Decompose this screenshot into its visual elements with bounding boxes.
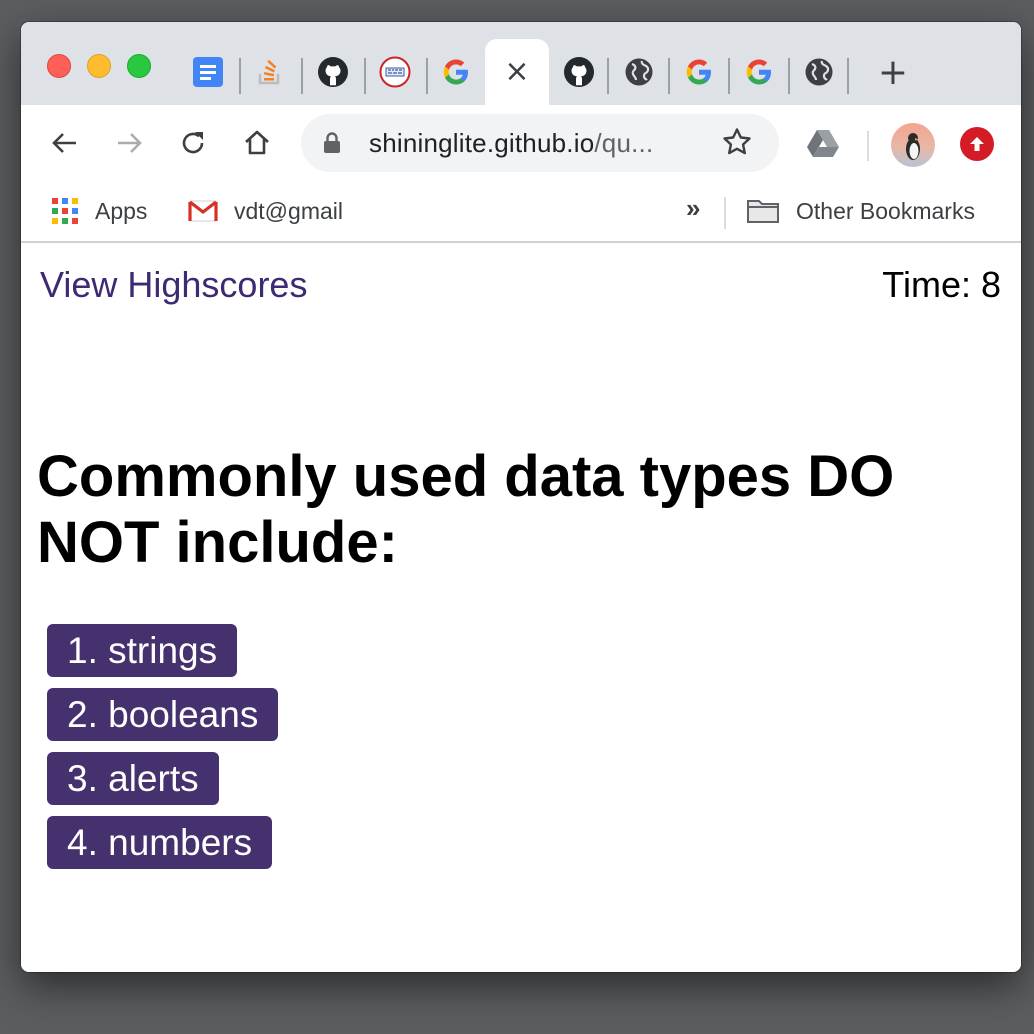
lock-icon <box>323 132 341 159</box>
view-highscores-link[interactable]: View Highscores <box>40 264 307 306</box>
gmail-icon <box>188 199 218 223</box>
address-bar[interactable]: shininglite.github.io/qu... <box>301 114 779 172</box>
github-icon <box>317 56 349 88</box>
bookmark-apps[interactable]: Apps <box>51 195 147 227</box>
close-icon[interactable]: × <box>504 57 529 87</box>
google-drive-icon <box>807 130 839 157</box>
tab-separator <box>788 58 790 94</box>
google-icon <box>440 56 472 88</box>
google-drive-extension[interactable] <box>801 121 845 165</box>
penguin-icon <box>906 133 920 160</box>
google-icon <box>683 56 715 88</box>
github-icon <box>563 56 595 88</box>
home-icon <box>245 130 269 155</box>
home-button[interactable] <box>235 121 279 165</box>
tab-separator <box>239 58 241 94</box>
tab-stackoverflow[interactable] <box>250 52 290 92</box>
profile-avatar[interactable] <box>891 123 935 167</box>
browser-toolbar: shininglite.github.io/qu... <box>21 105 1021 181</box>
zoom-window-button[interactable] <box>127 54 151 78</box>
tab-github-2[interactable] <box>559 52 599 92</box>
apps-grid-icon <box>51 197 79 225</box>
update-button[interactable] <box>960 127 994 161</box>
tab-separator <box>728 58 730 94</box>
tab-separator <box>426 58 428 94</box>
tab-globe-2[interactable] <box>799 52 839 92</box>
stackoverflow-icon <box>254 56 286 88</box>
reload-icon <box>182 132 204 154</box>
question-title: Commonly used data types DO NOT include: <box>37 444 895 575</box>
tab-active[interactable]: × <box>485 39 549 105</box>
google-docs-icon <box>192 56 224 88</box>
url-text: shininglite.github.io/qu... <box>369 128 653 159</box>
answer-button-2[interactable]: 2. booleans <box>47 688 279 741</box>
tab-google-docs[interactable] <box>188 52 228 92</box>
page-content: View Highscores Time: 8 Commonly used da… <box>21 244 1021 972</box>
timer: Time: 8 <box>882 264 1001 306</box>
google-icon <box>743 56 775 88</box>
new-tab-button[interactable]: + <box>873 52 913 93</box>
globe-icon <box>803 56 835 88</box>
answer-list: 1. strings 2. booleans 3. alerts 4. numb… <box>47 624 279 880</box>
bookmark-star-icon[interactable] <box>721 126 753 163</box>
tab-strip: × + <box>21 22 1021 105</box>
url-path: /qu... <box>594 128 654 158</box>
bookmark-other[interactable]: Other Bookmarks <box>746 195 975 227</box>
answer-button-1[interactable]: 1. strings <box>47 624 238 677</box>
tab-google-2[interactable] <box>679 52 719 92</box>
arrow-right-icon <box>118 133 142 153</box>
arrow-left-icon <box>52 133 76 153</box>
forward-button[interactable] <box>107 121 151 165</box>
minimize-window-button[interactable] <box>87 54 111 78</box>
tab-github[interactable] <box>313 52 353 92</box>
tab-site[interactable] <box>375 52 415 92</box>
answer-button-4[interactable]: 4. numbers <box>47 816 273 869</box>
timer-value: 8 <box>980 264 1001 305</box>
timer-label: Time: <box>882 264 981 305</box>
bookmarks-separator <box>724 197 726 229</box>
bookmarks-bar: Apps vdt@gmail » Other Bookmarks <box>21 181 1021 243</box>
browser-window: × + shininglite.github.io/qu... Apps vdt… <box>21 22 1021 972</box>
arrow-up-icon <box>970 137 984 151</box>
reload-button[interactable] <box>171 121 215 165</box>
tab-globe[interactable] <box>619 52 659 92</box>
tab-separator <box>847 58 849 94</box>
tab-separator <box>607 58 609 94</box>
back-button[interactable] <box>43 121 87 165</box>
bookmark-apps-label: Apps <box>95 197 148 224</box>
bookmark-other-label: Other Bookmarks <box>796 197 975 224</box>
tab-google[interactable] <box>436 52 476 92</box>
tab-google-3[interactable] <box>739 52 779 92</box>
globe-icon <box>623 56 655 88</box>
bookmark-gmail[interactable]: vdt@gmail <box>188 195 343 227</box>
url-host: shininglite.github.io <box>369 128 595 158</box>
bookmarks-overflow-button[interactable]: » <box>686 193 700 224</box>
tab-separator <box>668 58 670 94</box>
folder-icon <box>746 197 780 225</box>
tab-separator <box>301 58 303 94</box>
answer-button-3[interactable]: 3. alerts <box>47 752 219 805</box>
site-icon <box>379 56 411 88</box>
bookmark-gmail-label: vdt@gmail <box>234 197 343 224</box>
toolbar-separator <box>867 131 869 161</box>
tab-separator <box>364 58 366 94</box>
close-window-button[interactable] <box>47 54 71 78</box>
